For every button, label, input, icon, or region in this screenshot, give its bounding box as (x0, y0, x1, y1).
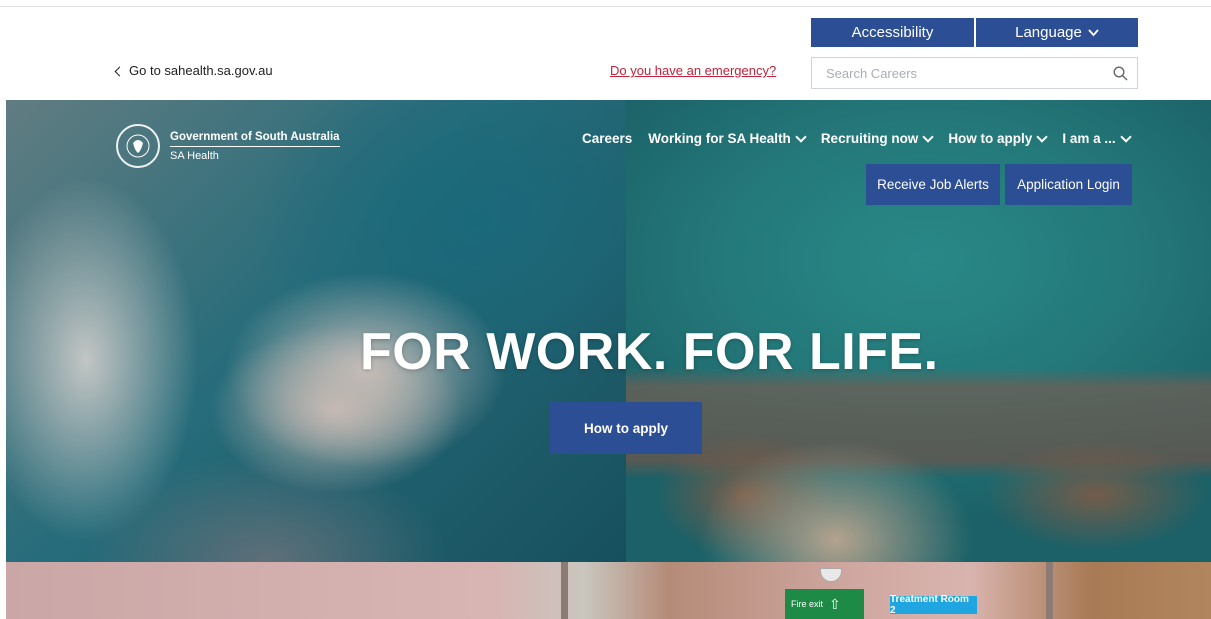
nav-item-i-am-a[interactable]: I am a ... (1062, 130, 1132, 146)
chevron-down-icon (1119, 130, 1132, 143)
search-icon[interactable] (1103, 58, 1137, 88)
chevron-left-icon (114, 66, 125, 76)
arrow-up-icon: ⇧ (829, 595, 841, 612)
back-link-label: Go to sahealth.sa.gov.au (129, 63, 273, 78)
language-label: Language (1015, 24, 1082, 41)
hero-banner: Government of South Australia SA Health … (6, 100, 1211, 562)
language-button[interactable]: Language (976, 18, 1138, 47)
nav-label: How to apply (948, 131, 1033, 146)
secondary-image-hospital-corridor: Fire exit ⇧ Treatment Room 2 (6, 562, 1211, 619)
camera-icon (820, 568, 842, 582)
chevron-down-icon (1088, 26, 1099, 40)
search-box (811, 57, 1138, 89)
back-to-sahealth-link[interactable]: Go to sahealth.sa.gov.au (114, 63, 273, 78)
treatment-room-sign: Treatment Room 2 (890, 594, 977, 616)
brand-line2: SA Health (170, 149, 219, 162)
chevron-down-icon (1036, 130, 1048, 143)
door-frame (561, 562, 568, 619)
nav-item-careers[interactable]: Careers (582, 131, 632, 146)
nav-item-how-to-apply[interactable]: How to apply (948, 130, 1048, 146)
nav-label: Careers (582, 131, 633, 146)
fire-exit-sign: Fire exit ⇧ (785, 589, 864, 619)
top-divider (0, 6, 1211, 7)
nav-label: Working for SA Health (648, 131, 791, 146)
accessibility-label: Accessibility (851, 24, 934, 41)
application-login-button[interactable]: Application Login (1005, 164, 1132, 205)
nav-label: Recruiting now (820, 131, 919, 146)
chevron-down-icon (922, 130, 934, 143)
door-frame (1046, 562, 1053, 619)
search-input[interactable] (812, 58, 1103, 88)
nav-label: I am a ... (1062, 131, 1116, 146)
government-logo[interactable]: Government of South Australia SA Health (116, 124, 340, 168)
emergency-link[interactable]: Do you have an emergency? (610, 63, 776, 78)
main-nav: Careers Working for SA Health Recruiting… (582, 130, 1132, 146)
chevron-down-icon (795, 130, 807, 143)
exit-sign-text: Fire exit (791, 599, 824, 609)
hero-headline: FOR WORK. FOR LIFE. (360, 323, 939, 381)
nav-item-recruiting-now[interactable]: Recruiting now (820, 130, 934, 146)
brand-line1: Government of South Australia (170, 131, 340, 147)
accessibility-button[interactable]: Accessibility (811, 18, 974, 47)
receive-job-alerts-button[interactable]: Receive Job Alerts (866, 164, 1000, 205)
sa-crest-icon (116, 124, 160, 168)
nav-item-working-for-sa-health[interactable]: Working for SA Health (648, 130, 807, 146)
how-to-apply-button[interactable]: How to apply (550, 402, 702, 454)
